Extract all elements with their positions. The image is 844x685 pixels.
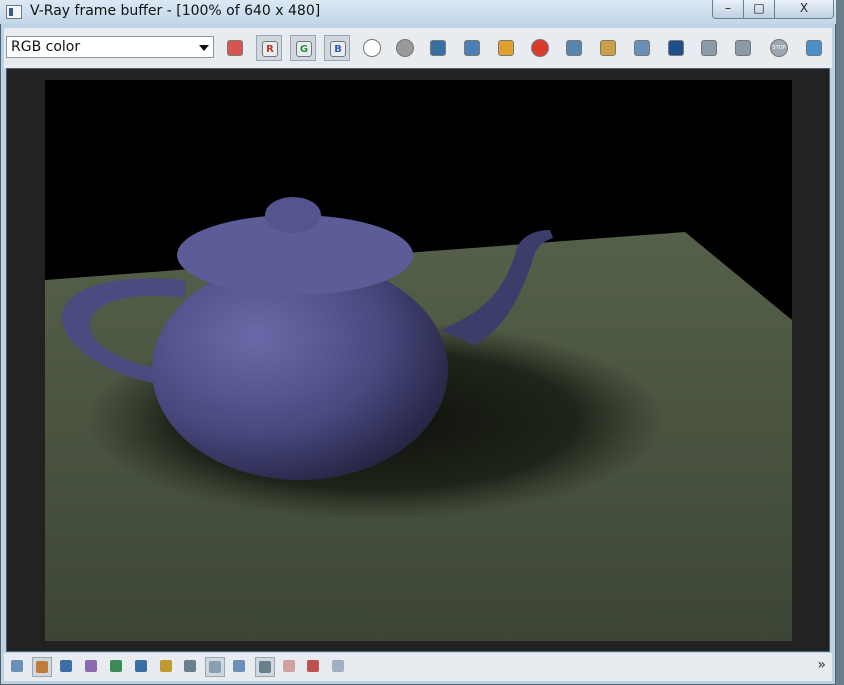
chevron-down-icon[interactable] — [199, 45, 209, 51]
render-region-icon[interactable] — [730, 35, 756, 61]
blue-channel-toggle-icon[interactable]: B — [324, 35, 350, 61]
region-render-icon[interactable] — [629, 35, 655, 61]
close-button[interactable]: X — [774, 0, 834, 19]
lut-icon[interactable] — [230, 657, 250, 677]
color-channels-icon[interactable] — [222, 35, 248, 61]
ab-compare-icon[interactable] — [304, 657, 324, 677]
render-icon[interactable] — [801, 35, 827, 61]
white-circle-icon[interactable] — [359, 35, 385, 61]
color-curve-icon[interactable] — [107, 657, 127, 677]
channel-select-value: RGB color — [11, 39, 81, 55]
green-channel-toggle-icon[interactable]: G — [290, 35, 316, 61]
title-bar[interactable]: V-Ray frame buffer - [100% of 640 x 480]… — [0, 0, 836, 24]
srgb-icon[interactable] — [205, 657, 225, 677]
show-pixel-info-icon[interactable] — [8, 657, 28, 677]
exposure-icon[interactable] — [157, 657, 177, 677]
status-bar: » — [4, 653, 832, 681]
link-to-vfb-icon[interactable] — [663, 35, 689, 61]
stop-render-icon[interactable]: STOP — [766, 35, 792, 61]
window-title: V-Ray frame buffer - [100% of 640 x 480] — [30, 3, 321, 19]
open-folder-icon[interactable] — [493, 35, 519, 61]
duplicate-to-mtl-icon[interactable] — [561, 35, 587, 61]
clear-image-icon[interactable] — [527, 35, 553, 61]
hsv-icon[interactable] — [255, 657, 275, 677]
render-image[interactable] — [45, 80, 792, 641]
teapot-knob — [265, 197, 321, 233]
render-last-icon[interactable] — [696, 35, 722, 61]
red-channel-toggle-icon[interactable]: R — [256, 35, 282, 61]
expand-chevron-icon[interactable]: » — [817, 657, 826, 673]
color-levels-icon[interactable] — [82, 657, 102, 677]
stamp-icon[interactable] — [329, 657, 349, 677]
info-icon[interactable] — [57, 657, 77, 677]
toolbar: RGB color R G B STOP — [4, 28, 832, 68]
display-correction-icon[interactable] — [32, 657, 52, 677]
gray-circle-icon[interactable] — [392, 35, 418, 61]
teapot-render — [45, 80, 792, 641]
render-frame — [6, 68, 830, 652]
settings-icon[interactable] — [181, 657, 201, 677]
channel-select[interactable]: RGB color — [6, 36, 214, 58]
save-all-icon[interactable] — [459, 35, 485, 61]
compare-icon[interactable] — [280, 657, 300, 677]
vray-frame-buffer-window: V-Ray frame buffer - [100% of 640 x 480]… — [0, 0, 836, 685]
track-mouse-icon[interactable] — [595, 35, 621, 61]
save-image-icon[interactable] — [425, 35, 451, 61]
app-icon — [6, 5, 22, 19]
histogram-icon[interactable] — [132, 657, 152, 677]
maximize-button[interactable]: □ — [743, 0, 775, 19]
minimize-button[interactable]: – — [712, 0, 744, 19]
